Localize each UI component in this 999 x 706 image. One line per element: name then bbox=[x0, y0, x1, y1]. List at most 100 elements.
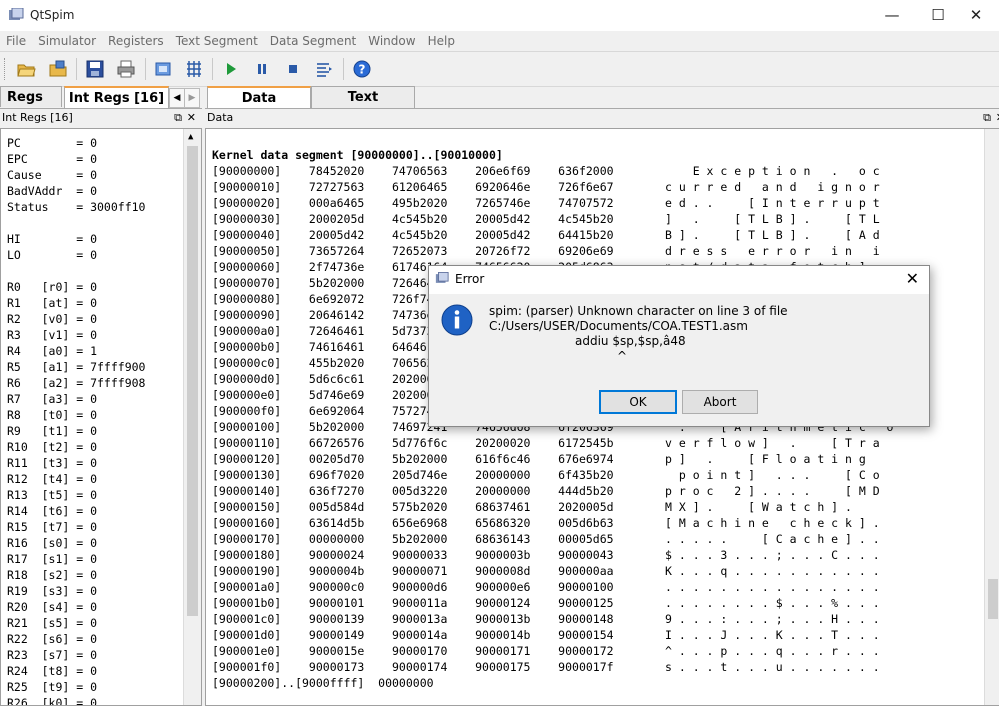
data-row: [900001e0] 9000015e 90000170 90000171 90… bbox=[212, 643, 880, 659]
abort-button[interactable]: Abort bbox=[682, 390, 758, 414]
data-row: [90000130] 696f7020 205d746e 20000000 6f… bbox=[212, 467, 880, 483]
data-row: [90000120] 00205d70 5b202000 616f6c46 67… bbox=[212, 451, 866, 467]
data-row-ascii: v e r f l o w ] . [ T r a bbox=[665, 436, 880, 450]
tab-data[interactable]: Data bbox=[207, 86, 311, 108]
register-row-r11: R11 [t3] = 0 bbox=[7, 456, 98, 470]
tab-text[interactable]: Text bbox=[311, 86, 415, 108]
regs-scrollbar-thumb[interactable] bbox=[187, 146, 198, 616]
menu-file[interactable]: File bbox=[0, 31, 32, 51]
open-icon[interactable] bbox=[16, 59, 36, 79]
title-bar: QtSpim — ☐ ✕ bbox=[0, 0, 999, 32]
menu-registers[interactable]: Registers bbox=[102, 31, 170, 51]
menu-bar: File Simulator Registers Text Segment Data S… bbox=[0, 31, 999, 51]
print-icon[interactable] bbox=[116, 59, 136, 79]
dialog-title: Error bbox=[455, 272, 485, 286]
register-row-r19: R19 [s3] = 0 bbox=[7, 584, 98, 598]
data-row-ascii: K . . . q . . . . . . . . . . . bbox=[665, 564, 880, 578]
data-row-ascii: ^ . . . p . . . q . . . r . . . bbox=[665, 644, 880, 658]
register-row-r20: R20 [s4] = 0 bbox=[7, 600, 98, 614]
right-panel-header: Data ⧉ ✕ bbox=[207, 109, 999, 127]
data-row: [90000020] 000a6465 495b2020 7265746e 74… bbox=[212, 195, 880, 211]
pause-icon[interactable] bbox=[252, 59, 272, 79]
register-row-r10: R10 [t2] = 0 bbox=[7, 440, 98, 454]
data-row: [90000010] 72727563 61206465 6920646e 72… bbox=[212, 179, 880, 195]
register-row-r18: R18 [s2] = 0 bbox=[7, 568, 98, 582]
data-row: [900001f0] 90000173 90000174 90000175 90… bbox=[212, 659, 880, 675]
regs-scrollbar[interactable]: ▲ bbox=[183, 129, 201, 705]
tab-scroll-left-icon[interactable]: ◀ bbox=[169, 88, 185, 108]
data-row: [900001d0] 90000149 9000014a 9000014b 90… bbox=[212, 627, 880, 643]
data-row-words: [90000110] 66726576 5d776f6c 20200020 61… bbox=[212, 436, 614, 450]
data-row-ascii: s . . . t . . . u . . . . . . . bbox=[665, 660, 880, 674]
error-dialog: Error ✕ spim: (parser) Unknown character… bbox=[428, 265, 930, 427]
menu-window[interactable]: Window bbox=[362, 31, 421, 51]
qtspim-app-icon bbox=[435, 272, 449, 283]
data-row: [900001a0] 900000c0 900000d6 900000e6 90… bbox=[212, 579, 880, 595]
data-row: [90000140] 636f7270 005d3220 20000000 44… bbox=[212, 483, 880, 499]
data-row-ascii: M X ] . [ W a t c h ] . bbox=[665, 500, 880, 514]
tab-int-regs[interactable]: Int Regs [16] bbox=[64, 86, 169, 108]
data-scrollbar-thumb[interactable] bbox=[988, 579, 998, 619]
clear-registers-icon[interactable] bbox=[153, 59, 173, 79]
data-row-words: [90000050] 73657264 72652073 20726f72 69… bbox=[212, 244, 614, 258]
register-row-r26: R26 [k0] = 0 bbox=[7, 696, 98, 706]
menu-simulator[interactable]: Simulator bbox=[32, 31, 102, 51]
data-row: [90000170] 00000000 5b202000 68636143 00… bbox=[212, 531, 880, 547]
register-row-r24: R24 [t8] = 0 bbox=[7, 664, 98, 678]
close-panel-icon[interactable]: ✕ bbox=[187, 109, 196, 127]
reinitialize-icon[interactable] bbox=[184, 59, 204, 79]
data-row-words: [900001b0] 90000101 9000011a 90000124 90… bbox=[212, 596, 614, 610]
data-row-words: [90000030] 2000205d 4c545b20 20005d42 4c… bbox=[212, 212, 614, 226]
register-row-r9: R9 [t1] = 0 bbox=[7, 424, 98, 438]
data-row-words: [90000130] 696f7020 205d746e 20000000 6f… bbox=[212, 468, 614, 482]
dialog-close-icon[interactable]: ✕ bbox=[906, 269, 919, 288]
menu-text-segment[interactable]: Text Segment bbox=[170, 31, 264, 51]
close-window-button[interactable]: ✕ bbox=[953, 0, 999, 31]
data-row-words: [90000140] 636f7270 005d3220 20000000 44… bbox=[212, 484, 614, 498]
register-row-badvaddr: BadVAddr = 0 bbox=[7, 184, 98, 198]
run-icon[interactable] bbox=[221, 59, 241, 79]
register-row-r25: R25 [t9] = 0 bbox=[7, 680, 98, 694]
save-icon[interactable] bbox=[85, 59, 105, 79]
qtspim-app-icon bbox=[9, 8, 24, 20]
data-row-ascii: E x c e p t i o n . o c bbox=[665, 164, 880, 178]
data-row-ascii: d r e s s e r r o r i n i bbox=[665, 244, 880, 258]
left-panel-header: Int Regs [16] ⧉ ✕ bbox=[2, 109, 200, 127]
menu-data-segment[interactable]: Data Segment bbox=[264, 31, 362, 51]
data-row-ascii: 9 . . . : . . . ; . . . H . . . bbox=[665, 612, 880, 626]
float-panel-icon[interactable]: ⧉ bbox=[174, 109, 182, 127]
data-row-words: [90000020] 000a6465 495b2020 7265746e 74… bbox=[212, 196, 614, 210]
dialog-message: spim: (parser) Unknown character on line… bbox=[489, 304, 788, 364]
reload-icon[interactable] bbox=[48, 59, 68, 79]
float-panel-icon[interactable]: ⧉ bbox=[983, 109, 991, 127]
tab-scroll-right-icon[interactable]: ▶ bbox=[184, 88, 200, 108]
data-row-words: [90000160] 63614d5b 656e6968 65686320 00… bbox=[212, 516, 614, 530]
data-row-ascii: . . . . . . . . . . . . . . . . bbox=[665, 580, 880, 594]
register-row-lo: LO = 0 bbox=[7, 248, 98, 262]
register-row-status: Status = 3000ff10 bbox=[7, 200, 146, 214]
ok-button[interactable]: OK bbox=[599, 390, 677, 414]
data-row-ascii: [ M a c h i n e c h e c k ] . bbox=[665, 516, 880, 530]
toolbar: ? bbox=[0, 51, 999, 87]
dialog-message-caret: ^ bbox=[617, 349, 628, 363]
data-row: [900001b0] 90000101 9000011a 90000124 90… bbox=[212, 595, 880, 611]
data-row-words: [90000040] 20005d42 4c545b20 20005d42 64… bbox=[212, 228, 614, 242]
data-row: [90000050] 73657264 72652073 20726f72 69… bbox=[212, 243, 880, 259]
tab-regs[interactable]: Regs bbox=[0, 86, 62, 107]
data-row-ascii: . . . . . [ C a c h e ] . . bbox=[665, 532, 880, 546]
scroll-up-icon[interactable]: ▲ bbox=[188, 132, 193, 142]
data-scrollbar[interactable] bbox=[984, 129, 999, 705]
data-row: [90000160] 63614d5b 656e6968 65686320 00… bbox=[212, 515, 880, 531]
single-step-icon[interactable] bbox=[314, 59, 334, 79]
window-title: QtSpim bbox=[30, 8, 75, 22]
data-row-ascii: e d . . [ I n t e r r u p t bbox=[665, 196, 880, 210]
register-row-r15: R15 [t7] = 0 bbox=[7, 520, 98, 534]
dialog-message-line1: spim: (parser) Unknown character on line… bbox=[489, 304, 788, 318]
stop-icon[interactable] bbox=[283, 59, 303, 79]
data-row-ascii: p ] . [ F l o a t i n g bbox=[665, 452, 866, 466]
help-icon[interactable]: ? bbox=[352, 59, 372, 79]
minimize-button[interactable]: — bbox=[869, 0, 915, 31]
int-regs-panel: PC = 0 EPC = 0 Cause = 0 BadVAddr = 0 Status… bbox=[0, 128, 202, 706]
data-row: [90000150] 005d584d 575b2020 68637461 20… bbox=[212, 499, 852, 515]
menu-help[interactable]: Help bbox=[422, 31, 461, 51]
